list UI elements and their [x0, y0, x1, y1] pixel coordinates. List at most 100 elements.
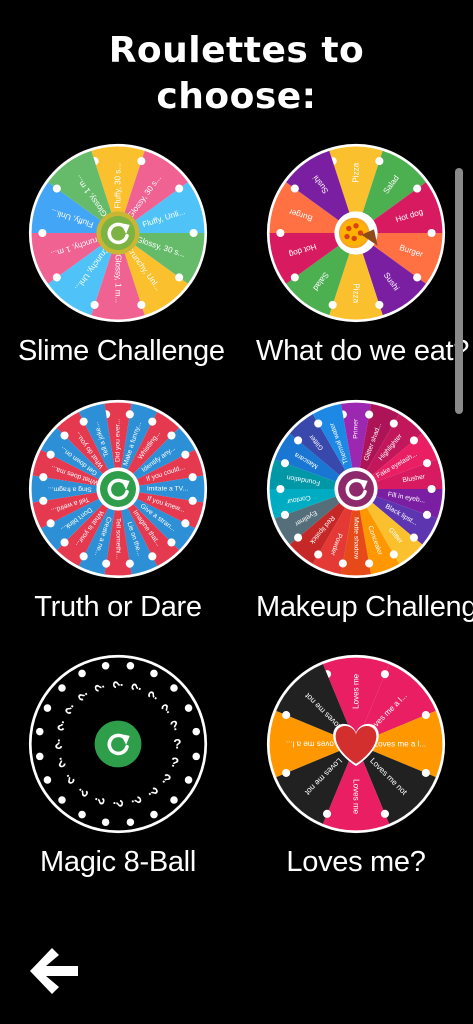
- wheel-truth-or-dare[interactable]: Did you ever... Make a funny...Whistling.…: [28, 399, 208, 579]
- wheel-peg: [189, 228, 198, 238]
- wheel-peg: [413, 273, 422, 282]
- roulette-label-truth-or-dare: Truth or Dare: [34, 591, 202, 623]
- wheel-peg: [184, 704, 193, 712]
- wheel-segment-label: ?: [111, 799, 126, 807]
- wheel-peg: [46, 450, 55, 459]
- roulette-card-makeup[interactable]: Primer Glitter shad... Highlighter Fake eye…: [256, 399, 473, 624]
- spin-refresh-icon[interactable]: [96, 211, 140, 255]
- wheel-peg: [175, 184, 184, 193]
- wheel-segment-label: Pizza: [352, 283, 361, 303]
- title-line-1: Roulettes to: [108, 30, 365, 71]
- wheel-peg: [323, 809, 332, 818]
- wheel-peg: [328, 300, 337, 309]
- wheel-makeup[interactable]: Primer Glitter shad...HighlighterFake eye…: [266, 399, 446, 579]
- wheel-peg: [290, 184, 299, 193]
- wheel-peg: [188, 496, 197, 505]
- roulette-label-slime: Slime Challenge: [18, 335, 225, 367]
- roulette-card-magic-8-ball[interactable]: ???????????????????? Magic 8-Ball: [18, 654, 218, 879]
- wheel-peg: [102, 559, 111, 568]
- wheel-peg: [389, 550, 398, 559]
- spin-refresh-icon[interactable]: [94, 720, 142, 768]
- wheel-segment-label: Loves me: [352, 779, 361, 815]
- wheel-peg: [389, 419, 398, 428]
- wheel-peg: [101, 818, 110, 827]
- wheel-peg: [280, 510, 290, 519]
- wheel-segment-label: ?: [54, 737, 62, 752]
- wheel-peg: [413, 184, 422, 193]
- wheel-peg: [375, 157, 384, 166]
- roulette-card-truth-or-dare[interactable]: Did you ever... Make a funny... Whistling.…: [18, 399, 218, 624]
- wheel-peg: [192, 727, 201, 736]
- wheel-segment-label: Glossy, 1 m...: [114, 254, 123, 303]
- wheel-peg: [126, 818, 135, 827]
- wheel-peg: [148, 417, 157, 426]
- wheel-peg: [90, 300, 99, 309]
- wheel-peg: [294, 533, 303, 542]
- wheel-peg: [170, 684, 178, 692]
- roulette-label-makeup: Makeup Challenge: [256, 591, 473, 623]
- wheel-segment-label: Tell somethi...: [115, 518, 122, 559]
- wheel-peg: [39, 496, 48, 505]
- wheel-peg: [422, 510, 432, 519]
- wheel-peg: [192, 752, 201, 761]
- roulette-card-slime[interactable]: Fluffy, 30 s... Glossy, 30 s... Fluffy, Un…: [18, 143, 225, 368]
- wheel-peg: [294, 436, 303, 445]
- wheel-slime[interactable]: Fluffy, 30 s... Glossy, 30 s...Fluffy, Un…: [28, 143, 208, 323]
- pizza-icon[interactable]: [334, 211, 378, 255]
- wheel-peg: [52, 184, 61, 193]
- back-button[interactable]: [22, 940, 84, 1002]
- wheel-peg: [125, 410, 134, 419]
- wheel-peg: [375, 300, 384, 309]
- wheel-food[interactable]: PizzaSaladHot dogBurgerSushiPizzaSaladHo…: [266, 143, 446, 323]
- wheel-peg: [181, 519, 190, 528]
- wheel-peg: [38, 228, 47, 238]
- wheel-peg: [427, 228, 436, 238]
- wheel-peg: [380, 809, 389, 818]
- wheel-segment-label: Pizza: [352, 162, 361, 182]
- wheel-peg: [125, 559, 134, 568]
- wheel-peg: [79, 417, 88, 426]
- wheel-peg: [60, 431, 69, 440]
- wheel-segment-label: Loves me a l...: [374, 740, 427, 749]
- wheel-segment-label: Imitate a TV...: [147, 486, 188, 493]
- arrow-left-icon: [30, 948, 78, 994]
- wheel-loves-me[interactable]: Loves me Loves me a l... Loves me a l... Lo…: [266, 654, 446, 834]
- wheel-peg: [184, 776, 193, 784]
- wheel-peg: [276, 228, 285, 238]
- wheel-peg: [43, 704, 52, 712]
- wheel-peg: [167, 538, 176, 547]
- wheel-peg: [60, 538, 69, 547]
- page-title: Roulettes to choose:: [0, 28, 473, 120]
- wheel-peg: [188, 473, 197, 482]
- wheel-segment-label: Fluffy, 30 s...: [114, 163, 123, 209]
- wheel-peg: [314, 419, 323, 428]
- wheel-peg: [167, 431, 176, 440]
- wheel-segment-label: ?: [111, 680, 126, 688]
- wheel-segment-label: Matte shadow: [353, 517, 360, 559]
- wheel-segment-label: Loves me a l...: [286, 740, 339, 749]
- wheel-peg: [150, 669, 158, 678]
- roulette-card-loves-me[interactable]: Loves me Loves me a l... Loves me a l... Lo…: [256, 654, 456, 879]
- roulette-label-magic-8-ball: Magic 8-Ball: [40, 846, 196, 878]
- wheel-peg: [421, 711, 430, 720]
- wheel-segment-label: Sing a fragm...: [48, 486, 92, 493]
- roulette-card-food[interactable]: Pizza Salad Hot dog Burger Sushi Pizza Salad Ho…: [256, 143, 470, 368]
- wheel-peg: [282, 711, 291, 720]
- wheel-peg: [314, 550, 323, 559]
- wheel-peg: [35, 727, 44, 736]
- wheel-peg: [175, 273, 184, 282]
- wheel-peg: [137, 157, 146, 166]
- scrollbar[interactable]: [455, 168, 463, 414]
- wheel-magic-8-ball[interactable]: ????????????????????: [28, 654, 208, 834]
- title-line-2: choose:: [156, 76, 317, 117]
- roulette-label-food: What do we eat?: [256, 335, 470, 367]
- wheel-peg: [422, 459, 432, 468]
- wheel-peg: [150, 810, 158, 819]
- spin-refresh-icon[interactable]: [334, 467, 378, 511]
- wheel-peg: [365, 559, 374, 568]
- wheel-segment-label: Loves me: [352, 673, 361, 709]
- wheel-peg: [181, 450, 190, 459]
- spin-refresh-icon[interactable]: [96, 467, 140, 511]
- wheel-peg: [39, 473, 48, 482]
- wheel-peg: [78, 810, 86, 819]
